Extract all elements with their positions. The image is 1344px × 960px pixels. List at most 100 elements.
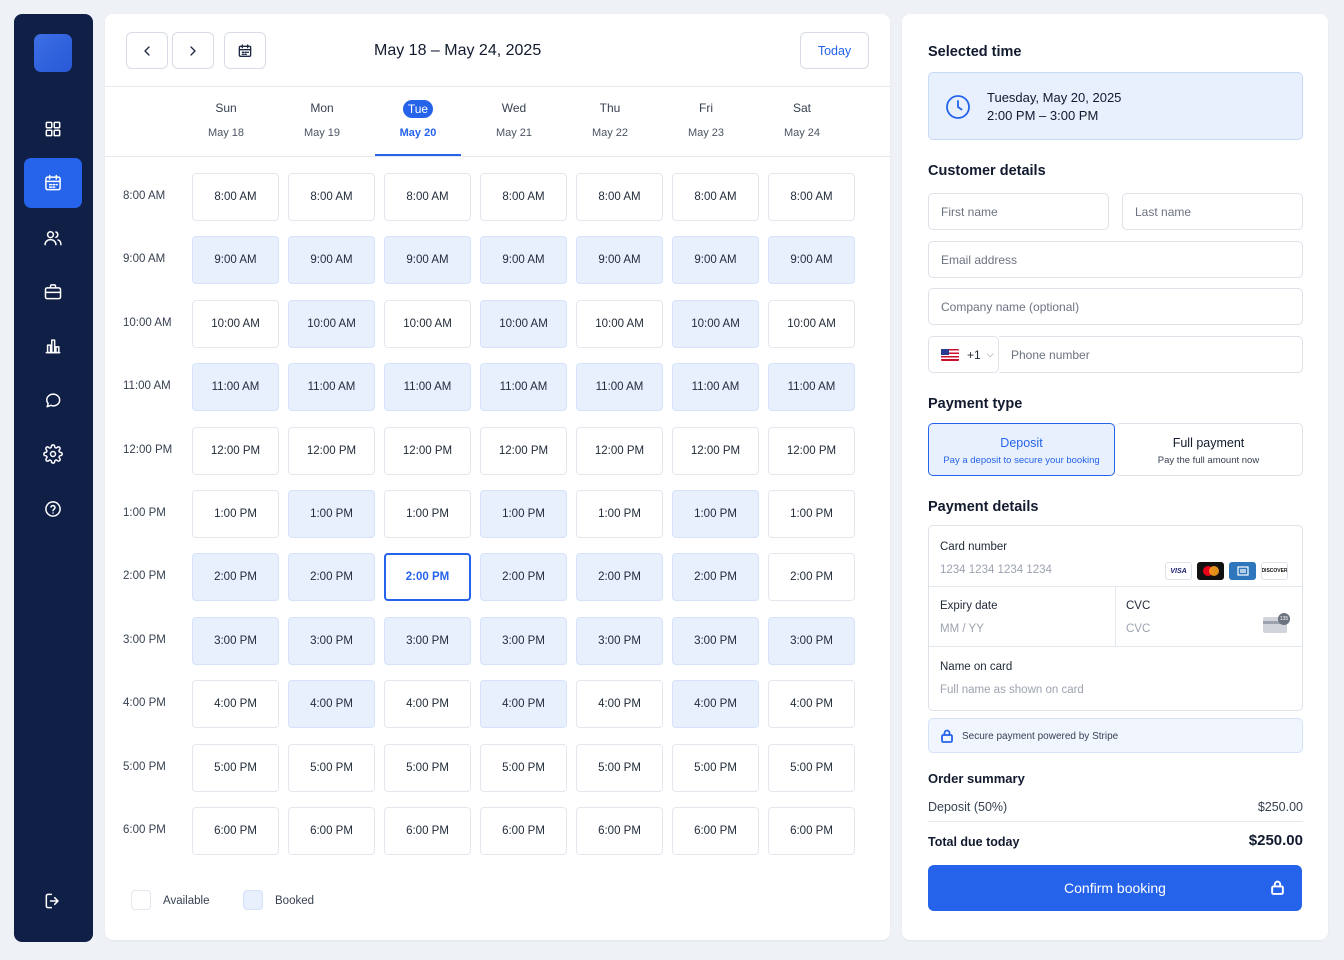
time-slot[interactable]: 11:00 AM [768,363,855,412]
time-slot[interactable]: 6:00 PM [384,807,471,855]
time-slot[interactable]: 10:00 AM [288,299,375,348]
last-name-field[interactable]: Last name [1122,193,1303,230]
time-slot[interactable]: 1:00 PM [192,490,279,538]
time-slot[interactable]: 9:00 AM [288,236,375,285]
time-slot[interactable]: 2:00 PM [768,553,855,602]
time-slot[interactable]: 12:00 PM [672,426,759,475]
time-slot[interactable]: 11:00 AM [672,363,759,412]
time-slot[interactable]: 10:00 AM [576,299,663,348]
date-picker-button[interactable] [224,32,266,69]
time-slot[interactable]: 9:00 AM [192,236,279,285]
phone-field[interactable]: Phone number [999,336,1303,373]
today-button[interactable]: Today [800,32,869,69]
nav-settings[interactable] [24,429,82,479]
time-slot[interactable]: 5:00 PM [192,743,279,792]
day-header-thu[interactable]: Thu May 22 [567,92,653,156]
time-slot[interactable]: 11:00 AM [384,363,471,412]
time-slot[interactable]: 5:00 PM [288,743,375,792]
time-slot[interactable]: 2:00 PM [288,553,375,602]
time-slot[interactable]: 1:00 PM [288,490,375,538]
time-slot[interactable]: 3:00 PM [480,616,567,665]
time-slot[interactable]: 11:00 AM [480,363,567,412]
time-slot[interactable]: 9:00 AM [672,236,759,285]
time-slot[interactable]: 3:00 PM [768,616,855,665]
time-slot[interactable]: 3:00 PM [384,616,471,665]
email-field[interactable]: Email address [928,241,1303,278]
time-slot[interactable]: 1:00 PM [768,490,855,538]
time-slot[interactable]: 6:00 PM [672,807,759,855]
time-slot[interactable]: 4:00 PM [480,680,567,729]
time-slot[interactable]: 1:00 PM [672,490,759,538]
time-slot[interactable]: 8:00 AM [768,173,855,221]
day-header-fri[interactable]: Fri May 23 [663,92,749,156]
time-slot[interactable]: 8:00 AM [384,173,471,221]
time-slot[interactable]: 9:00 AM [480,236,567,285]
time-slot[interactable]: 3:00 PM [192,616,279,665]
nav-messages[interactable] [24,375,82,425]
time-slot[interactable]: 10:00 AM [192,299,279,348]
time-slot-selected[interactable]: 2:00 PM [384,553,471,602]
nav-help[interactable] [24,484,82,534]
time-slot[interactable]: 6:00 PM [192,807,279,855]
country-code-select[interactable]: +1 ⌵ [928,336,999,373]
time-slot[interactable]: 12:00 PM [192,426,279,475]
time-slot[interactable]: 1:00 PM [480,490,567,538]
time-slot[interactable]: 12:00 PM [576,426,663,475]
card-number-input[interactable]: 1234 1234 1234 1234 [940,564,1052,576]
time-slot[interactable]: 4:00 PM [672,680,759,729]
time-slot[interactable]: 9:00 AM [576,236,663,285]
nav-briefcase[interactable] [24,267,82,317]
time-slot[interactable]: 4:00 PM [192,680,279,729]
time-slot[interactable]: 3:00 PM [576,616,663,665]
nav-reports[interactable] [24,321,82,371]
time-slot[interactable]: 5:00 PM [480,743,567,792]
payment-option-full[interactable]: Full payment Pay the full amount now [1115,423,1303,476]
time-slot[interactable]: 2:00 PM [480,553,567,602]
time-slot[interactable]: 9:00 AM [768,236,855,285]
time-slot[interactable]: 2:00 PM [192,553,279,602]
time-slot[interactable]: 2:00 PM [576,553,663,602]
prev-week-button[interactable] [126,32,168,69]
time-slot[interactable]: 4:00 PM [384,680,471,729]
time-slot[interactable]: 12:00 PM [288,426,375,475]
time-slot[interactable]: 8:00 AM [480,173,567,221]
day-header-mon[interactable]: Mon May 19 [279,92,365,156]
time-slot[interactable]: 4:00 PM [768,680,855,729]
time-slot[interactable]: 8:00 AM [288,173,375,221]
time-slot[interactable]: 10:00 AM [672,299,759,348]
time-slot[interactable]: 6:00 PM [480,807,567,855]
time-slot[interactable]: 8:00 AM [672,173,759,221]
cvc-input[interactable]: CVC [1126,623,1150,635]
time-slot[interactable]: 10:00 AM [384,299,471,348]
first-name-field[interactable]: First name [928,193,1109,230]
time-slot[interactable]: 9:00 AM [384,236,471,285]
time-slot[interactable]: 4:00 PM [288,680,375,729]
time-slot[interactable]: 10:00 AM [768,299,855,348]
company-field[interactable]: Company name (optional) [928,288,1303,325]
day-header-sat[interactable]: Sat May 24 [759,92,845,156]
time-slot[interactable]: 5:00 PM [384,743,471,792]
time-slot[interactable]: 6:00 PM [768,807,855,855]
time-slot[interactable]: 6:00 PM [288,807,375,855]
time-slot[interactable]: 11:00 AM [576,363,663,412]
time-slot[interactable]: 12:00 PM [768,426,855,475]
payment-option-deposit[interactable]: Deposit Pay a deposit to secure your boo… [928,423,1115,476]
expiry-input[interactable]: MM / YY [940,623,984,635]
nav-logout[interactable] [24,876,82,926]
time-slot[interactable]: 5:00 PM [576,743,663,792]
time-slot[interactable]: 12:00 PM [384,426,471,475]
app-logo[interactable] [34,34,72,72]
nav-users[interactable] [24,213,82,263]
time-slot[interactable]: 12:00 PM [480,426,567,475]
time-slot[interactable]: 5:00 PM [672,743,759,792]
name-on-card-input[interactable]: Full name as shown on card [940,684,1084,696]
time-slot[interactable]: 3:00 PM [288,616,375,665]
next-week-button[interactable] [172,32,214,69]
time-slot[interactable]: 8:00 AM [192,173,279,221]
time-slot[interactable]: 10:00 AM [480,299,567,348]
time-slot[interactable]: 11:00 AM [192,363,279,412]
day-header-sun[interactable]: Sun May 18 [183,92,269,156]
time-slot[interactable]: 3:00 PM [672,616,759,665]
time-slot[interactable]: 4:00 PM [576,680,663,729]
nav-calendar[interactable] [24,158,82,208]
